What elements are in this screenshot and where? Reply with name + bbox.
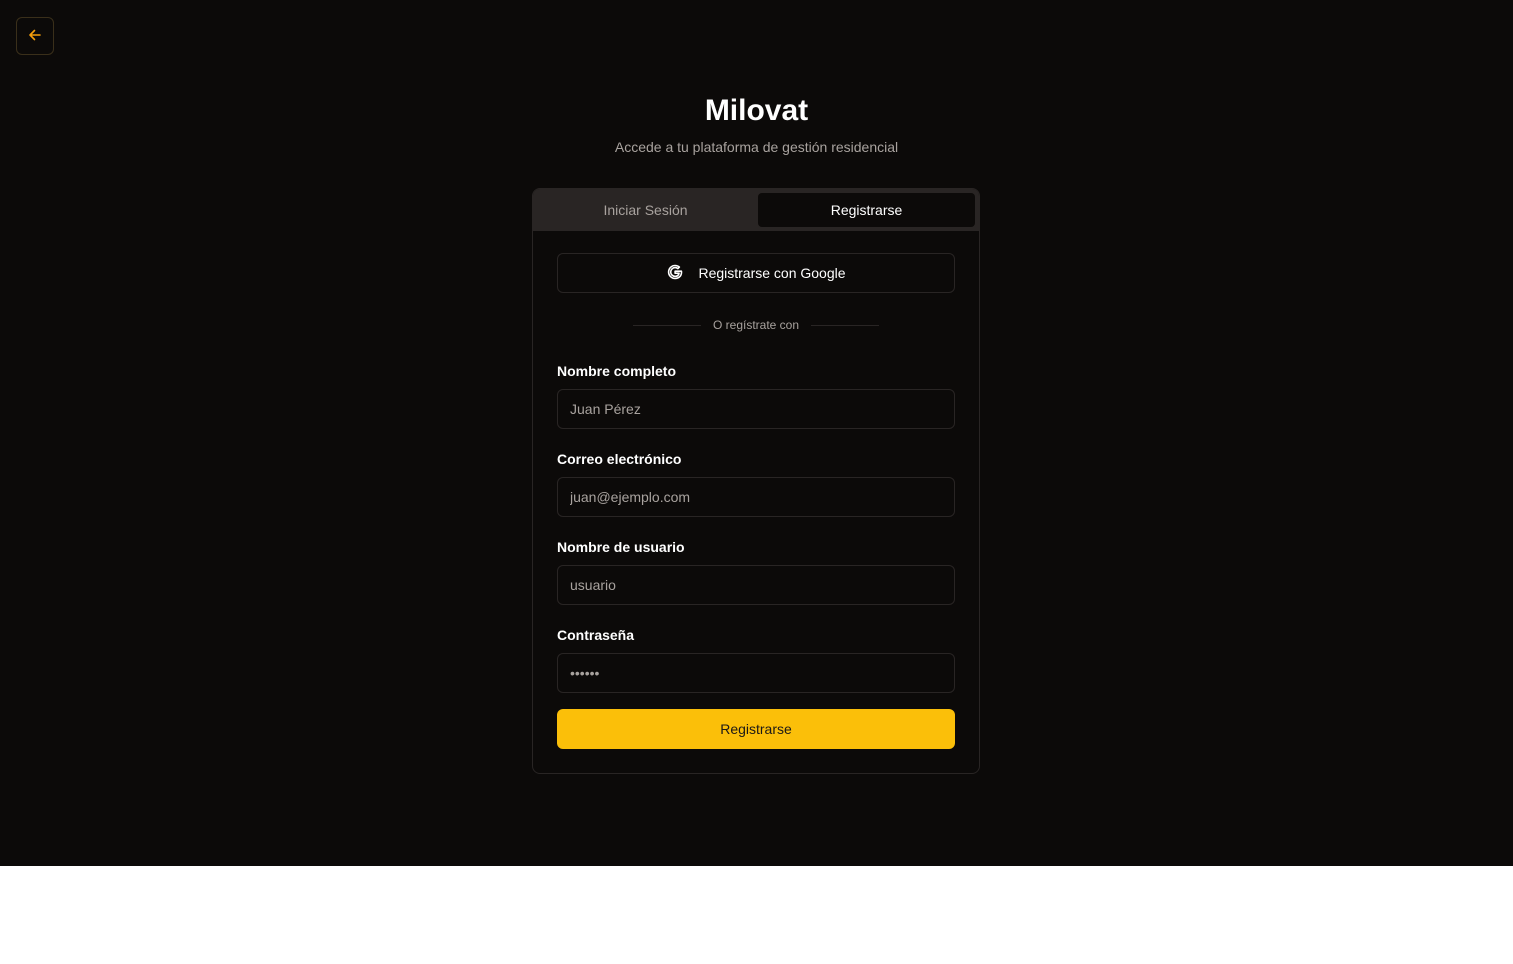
full-name-label: Nombre completo <box>557 363 677 379</box>
username-input[interactable] <box>557 565 955 605</box>
app-screen: Milovat Accede a tu plataforma de gestió… <box>0 0 1513 866</box>
username-label: Nombre de usuario <box>557 539 685 555</box>
full-name-input[interactable] <box>557 389 955 429</box>
password-label: Contraseña <box>557 627 635 643</box>
app-subtitle: Accede a tu plataforma de gestión reside… <box>614 139 899 155</box>
google-signup-button[interactable]: Registrarse con Google <box>557 253 955 293</box>
tab-login[interactable]: Iniciar Sesión <box>537 193 754 227</box>
register-submit-button[interactable]: Registrarse <box>557 709 955 749</box>
google-icon <box>666 263 684 284</box>
email-label: Correo electrónico <box>557 451 682 467</box>
password-input[interactable] <box>557 653 955 693</box>
tab-register[interactable]: Registrarse <box>758 193 975 227</box>
google-signup-label: Registrarse con Google <box>698 265 846 281</box>
app-title: Milovat <box>704 94 809 127</box>
or-divider: O regístrate con <box>633 317 880 333</box>
divider-line-left <box>633 324 701 326</box>
back-button[interactable] <box>16 17 54 55</box>
arrow-left-icon <box>28 28 42 45</box>
divider-text: O regístrate con <box>712 318 800 332</box>
auth-tabs: Iniciar Sesión Registrarse <box>533 189 979 231</box>
auth-card: Iniciar Sesión Registrarse Registrarse c… <box>532 188 980 774</box>
email-input[interactable] <box>557 477 955 517</box>
divider-line-right <box>811 324 880 326</box>
